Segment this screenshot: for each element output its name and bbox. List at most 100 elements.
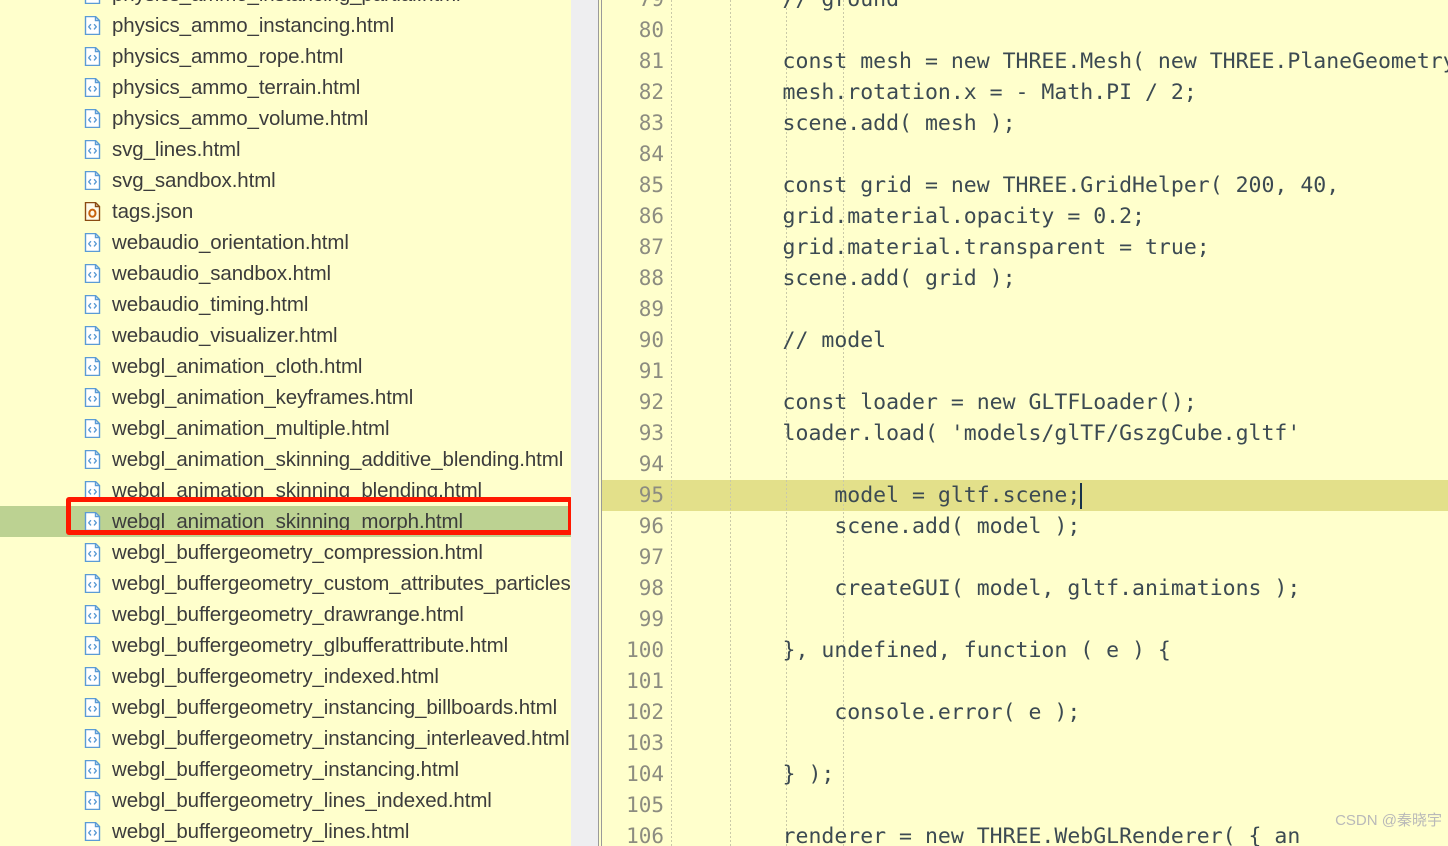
code-line[interactable]: 105 <box>602 790 1448 821</box>
file-row-content: webgl_buffergeometry_custom_attributes_p… <box>84 568 571 599</box>
file-row[interactable]: webgl_animation_multiple.html <box>0 413 571 444</box>
html-file-icon <box>84 481 101 500</box>
file-row[interactable]: webgl_buffergeometry_lines.html <box>0 816 571 846</box>
file-row[interactable]: webgl_buffergeometry_instancing.html <box>0 754 571 785</box>
code-line[interactable]: 98 createGUI( model, gltf.animations ); <box>602 573 1448 604</box>
code-line[interactable]: 96 scene.add( model ); <box>602 511 1448 542</box>
file-name-label: webgl_buffergeometry_glbufferattribute.h… <box>112 634 509 657</box>
code-line[interactable]: 87 grid.material.transparent = true; <box>602 232 1448 263</box>
file-row[interactable]: tags.json <box>0 196 571 227</box>
file-row[interactable]: physics_ammo_terrain.html <box>0 72 571 103</box>
file-row[interactable]: webgl_buffergeometry_lines_indexed.html <box>0 785 571 816</box>
code-line[interactable]: 99 <box>602 604 1448 635</box>
file-row[interactable]: physics_ammo_instancing.html <box>0 10 571 41</box>
file-row-content: svg_sandbox.html <box>84 165 276 196</box>
file-row[interactable]: svg_lines.html <box>0 134 571 165</box>
line-number: 79 <box>602 0 664 15</box>
code-line[interactable]: 88 scene.add( grid ); <box>602 263 1448 294</box>
file-name-label: webgl_buffergeometry_lines_indexed.html <box>112 789 492 812</box>
file-name-label: webgl_buffergeometry_instancing.html <box>112 758 460 781</box>
html-file-icon <box>84 605 101 624</box>
project-file-tree[interactable]: physics_ammo_instancing_partial.htmlphys… <box>0 0 571 846</box>
file-row-content: svg_lines.html <box>84 134 241 165</box>
code-line[interactable]: 81 const mesh = new THREE.Mesh( new THRE… <box>602 46 1448 77</box>
line-number: 82 <box>638 80 664 104</box>
code-line[interactable]: 83 scene.add( mesh ); <box>602 108 1448 139</box>
html-file-icon <box>84 419 101 438</box>
file-row[interactable]: webgl_animation_skinning_additive_blendi… <box>0 444 571 475</box>
file-row[interactable]: physics_ammo_instancing_partial.html <box>0 0 571 10</box>
file-row[interactable]: webgl_animation_keyframes.html <box>0 382 571 413</box>
code-line[interactable]: 92 const loader = new GLTFLoader(); <box>602 387 1448 418</box>
file-row[interactable]: physics_ammo_volume.html <box>0 103 571 134</box>
file-row[interactable]: webgl_buffergeometry_instancing_interlea… <box>0 723 571 754</box>
line-number: 85 <box>638 173 664 197</box>
html-file-icon <box>84 822 101 841</box>
file-name-label: physics_ammo_rope.html <box>112 45 344 68</box>
file-row[interactable]: webaudio_timing.html <box>0 289 571 320</box>
file-row[interactable]: webgl_buffergeometry_compression.html <box>0 537 571 568</box>
file-row-content: physics_ammo_terrain.html <box>84 72 360 103</box>
html-file-icon <box>84 109 101 128</box>
code-line[interactable]: 90 // model <box>602 325 1448 356</box>
file-row-content: tags.json <box>84 196 193 227</box>
file-row-content: webgl_animation_multiple.html <box>84 413 390 444</box>
code-line-text: loader.load( 'models/glTF/GszgCube.gltf' <box>679 421 1301 446</box>
code-line[interactable]: 84 <box>602 139 1448 170</box>
file-row-content: webgl_buffergeometry_glbufferattribute.h… <box>84 630 508 661</box>
file-name-label: webgl_animation_cloth.html <box>112 355 363 378</box>
code-line[interactable]: 80 <box>602 15 1448 46</box>
file-row-content: webaudio_timing.html <box>84 289 308 320</box>
file-row[interactable]: webgl_buffergeometry_custom_attributes_p… <box>0 568 571 599</box>
file-row[interactable]: webgl_buffergeometry_instancing_billboar… <box>0 692 571 723</box>
code-line[interactable]: 94 <box>602 449 1448 480</box>
code-line[interactable]: 93 loader.load( 'models/glTF/GszgCube.gl… <box>602 418 1448 449</box>
file-name-label: webgl_buffergeometry_compression.html <box>112 541 483 564</box>
file-row[interactable]: webgl_buffergeometry_drawrange.html <box>0 599 571 630</box>
code-line[interactable]: 103 <box>602 728 1448 759</box>
code-line-text: scene.add( grid ); <box>679 266 1016 291</box>
line-number: 84 <box>638 142 664 166</box>
file-row[interactable]: svg_sandbox.html <box>0 165 571 196</box>
code-line[interactable]: 106 renderer = new THREE.WebGLRenderer( … <box>602 821 1448 846</box>
code-line-current[interactable]: 95 model = gltf.scene; <box>602 480 1448 511</box>
vertical-scrollbar[interactable] <box>571 0 598 846</box>
html-file-icon <box>84 16 101 35</box>
code-line[interactable]: 102 console.error( e ); <box>602 697 1448 728</box>
file-row-selected[interactable]: webgl_animation_skinning_morph.html <box>0 506 571 537</box>
code-line-text: createGUI( model, gltf.animations ); <box>679 576 1301 601</box>
code-line[interactable]: 85 const grid = new THREE.GridHelper( 20… <box>602 170 1448 201</box>
html-file-icon <box>84 233 101 252</box>
code-line[interactable]: 91 <box>602 356 1448 387</box>
file-row[interactable]: webgl_buffergeometry_glbufferattribute.h… <box>0 630 571 661</box>
html-file-icon <box>84 698 101 717</box>
file-row[interactable]: webgl_buffergeometry_indexed.html <box>0 661 571 692</box>
file-row[interactable]: webgl_animation_cloth.html <box>0 351 571 382</box>
code-line[interactable]: 82 mesh.rotation.x = - Math.PI / 2; <box>602 77 1448 108</box>
file-row-content: webgl_buffergeometry_instancing_interlea… <box>84 723 570 754</box>
code-line[interactable]: 101 <box>602 666 1448 697</box>
file-row-content: webaudio_visualizer.html <box>84 320 338 351</box>
code-line[interactable]: 89 <box>602 294 1448 325</box>
code-line[interactable]: 79 // ground <box>602 0 1448 15</box>
line-number: 97 <box>638 545 664 569</box>
file-row[interactable]: webgl_animation_skinning_blending.html <box>0 475 571 506</box>
file-name-label: physics_ammo_volume.html <box>112 107 369 130</box>
line-number: 86 <box>638 204 664 228</box>
file-row[interactable]: webaudio_orientation.html <box>0 227 571 258</box>
code-editor[interactable]: 79 // ground 80 81 const mesh = new THREE.… <box>602 0 1448 846</box>
code-line[interactable]: 100 }, undefined, function ( e ) { <box>602 635 1448 666</box>
file-name-label: svg_lines.html <box>112 138 241 161</box>
code-line[interactable]: 97 <box>602 542 1448 573</box>
file-row-content: webgl_animation_skinning_additive_blendi… <box>84 444 563 475</box>
file-row[interactable]: physics_ammo_rope.html <box>0 41 571 72</box>
file-name-label: webgl_buffergeometry_instancing_interlea… <box>112 727 570 750</box>
file-name-label: webgl_buffergeometry_instancing_billboar… <box>112 696 558 719</box>
file-row[interactable]: webaudio_sandbox.html <box>0 258 571 289</box>
code-line-list: 79 // ground 80 81 const mesh = new THREE.… <box>602 0 1448 846</box>
file-row[interactable]: webaudio_visualizer.html <box>0 320 571 351</box>
code-line-text: renderer = new THREE.WebGLRenderer( { an <box>679 824 1301 846</box>
code-line[interactable]: 104 } ); <box>602 759 1448 790</box>
code-line-text: console.error( e ); <box>679 700 1081 725</box>
code-line[interactable]: 86 grid.material.opacity = 0.2; <box>602 201 1448 232</box>
